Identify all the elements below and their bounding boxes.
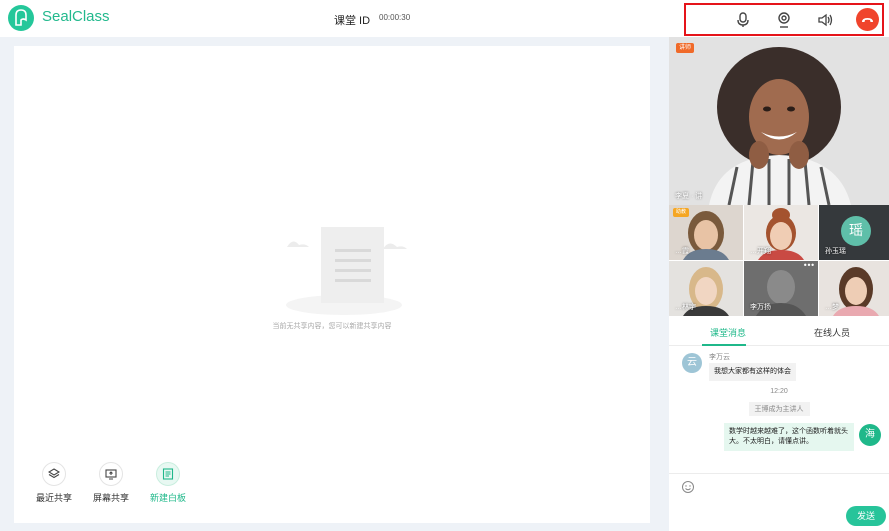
- camera-icon[interactable]: [775, 11, 793, 29]
- student-video[interactable]: …梦: [819, 261, 889, 316]
- student-name: …霞: [675, 248, 689, 255]
- hang-up-icon: [862, 17, 873, 22]
- recent-share-label: 最近共享: [35, 493, 72, 503]
- sender-name: 李万云: [709, 354, 730, 361]
- student-avatar: 瑶: [841, 216, 871, 246]
- student-name: 孙玉瑶: [825, 248, 846, 255]
- send-button[interactable]: 发送: [846, 506, 886, 526]
- student-video[interactable]: 助教 …霞: [669, 205, 743, 260]
- side-panel: 讲师 李夏 · 讲 助教 …霞 …开翔 瑶 孙玉瑶 …林宇 ••• 李万扬 …梦…: [669, 37, 889, 531]
- layers-icon: [42, 462, 66, 486]
- whiteboard-area[interactable]: 当前无共享内容，您可以新建共享内容 最近共享 屏幕共享 新建白板: [14, 46, 650, 523]
- whiteboard-icon: [156, 462, 180, 486]
- media-controls: [684, 3, 884, 36]
- message-bubble: 我想大家都有这样的体会: [709, 363, 796, 381]
- chat-message-list[interactable]: 云 李万云 我想大家都有这样的体会 12:20 王博成为主讲人 数学时越来越难了…: [669, 346, 889, 473]
- empty-document-illustration: [269, 225, 419, 319]
- teacher-portrait: [669, 37, 889, 205]
- speaker-icon[interactable]: [816, 11, 834, 29]
- screen-share-label: 屏幕共享: [92, 493, 129, 503]
- chat-tabs: 课堂消息 在线人员: [669, 319, 889, 346]
- new-whiteboard-button[interactable]: 新建白板: [143, 462, 193, 504]
- my-message-bubble: 数学时越来越难了，这个函数听着就头大。不太明白，请懂点讲。: [724, 423, 854, 451]
- sealclass-logo-icon: [8, 5, 34, 31]
- teacher-name: 李夏 · 讲: [675, 193, 703, 200]
- student-video[interactable]: ••• 李万扬: [744, 261, 818, 316]
- room-id-label: 课堂 ID: [334, 15, 371, 27]
- teacher-video[interactable]: 讲师 李夏 · 讲: [669, 37, 889, 205]
- microphone-icon[interactable]: [734, 11, 752, 29]
- smiley-icon[interactable]: [681, 479, 695, 493]
- assistant-badge: 助教: [673, 208, 690, 217]
- teacher-role-badge: 讲师: [676, 43, 695, 53]
- student-name: …梦: [825, 304, 839, 311]
- app-name: SealClass: [42, 8, 110, 25]
- header-bar: SealClass 课堂 ID 00:00:30: [0, 0, 889, 37]
- screen-share-icon: [99, 462, 123, 486]
- student-name: 李万扬: [750, 304, 771, 311]
- student-video[interactable]: 瑶 孙玉瑶: [819, 205, 889, 260]
- room-timer: 00:00:30: [379, 13, 411, 22]
- student-name: …开翔: [750, 248, 771, 255]
- new-whiteboard-label: 新建白板: [149, 493, 186, 503]
- hang-up-button[interactable]: [856, 8, 879, 31]
- recent-share-button[interactable]: 最近共享: [29, 462, 79, 504]
- student-video[interactable]: …林宇: [669, 261, 743, 316]
- my-avatar: 海: [859, 424, 881, 446]
- screen-share-button[interactable]: 屏幕共享: [86, 462, 136, 504]
- student-name: …林宇: [675, 304, 696, 311]
- system-notice: 王博成为主讲人: [669, 402, 889, 416]
- student-video[interactable]: …开翔: [744, 205, 818, 260]
- system-notice-text: 王博成为主讲人: [748, 402, 810, 416]
- sender-avatar: 云: [682, 353, 702, 373]
- tab-online-members[interactable]: 在线人员: [777, 326, 887, 339]
- tab-class-messages[interactable]: 课堂消息: [673, 326, 783, 339]
- more-options-icon[interactable]: •••: [803, 261, 815, 270]
- empty-state-text: 当前无共享内容，您可以新建共享内容: [272, 323, 392, 330]
- message-time: 12:20: [770, 388, 788, 395]
- message-composer[interactable]: 发送: [669, 473, 889, 531]
